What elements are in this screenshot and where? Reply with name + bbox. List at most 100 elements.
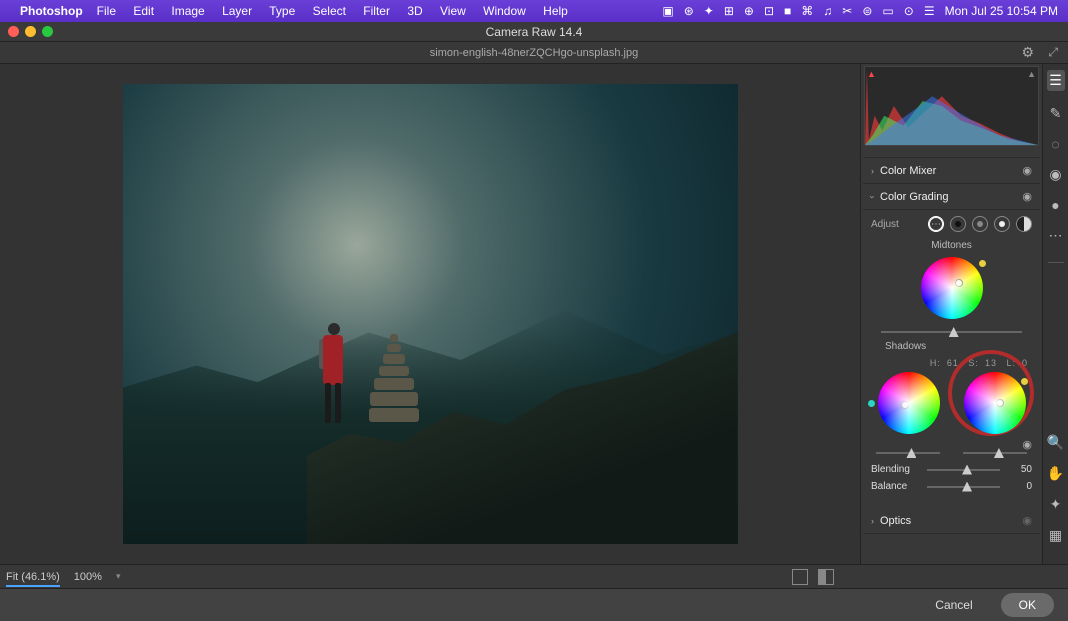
single-view-icon[interactable] [792,569,808,585]
hand-tool-icon[interactable]: ✋ [1047,465,1065,482]
shadows-title: Shadows [885,341,1032,352]
adjust-label: Adjust [871,219,899,230]
status-icon[interactable]: ⊞ [724,4,734,18]
menu-edit[interactable]: Edit [133,4,154,18]
status-icon[interactable]: ⊕ [744,4,754,18]
status-icon[interactable]: ⊛ [684,4,694,18]
menu-layer[interactable]: Layer [222,4,252,18]
macos-menubar: Photoshop File Edit Image Layer Type Sel… [0,0,1068,22]
shadows-wheel-wrap [878,372,940,434]
rail-divider [1048,262,1064,263]
shadows-luminance-slider[interactable] [876,448,940,458]
minimize-window-button[interactable] [25,26,36,37]
status-icon[interactable]: ✦ [704,4,714,18]
edit-sliders-icon[interactable]: ☰ [1047,70,1065,91]
panel-title: Optics [880,515,1022,527]
adjust-mode-row: Adjust [871,216,1032,232]
status-icon[interactable]: ▣ [662,4,673,18]
blending-label: Blending [871,464,921,475]
ok-button[interactable]: OK [1001,593,1054,617]
highlights-outer-marker[interactable] [1021,378,1028,385]
window-controls [8,26,53,37]
zoom-tool-icon[interactable]: 🔍 [1047,434,1065,451]
fullscreen-window-button[interactable] [42,26,53,37]
balance-value[interactable]: 0 [1006,481,1032,492]
highlights-luminance-slider[interactable] [963,448,1027,458]
battery-icon[interactable]: ▭ [882,4,893,18]
shadows-wheel-handle[interactable] [901,401,909,409]
visibility-icon[interactable]: ◉ [1022,514,1032,527]
midtones-luminance-slider[interactable] [881,327,1023,337]
panel-title: Color Grading [880,191,1022,203]
wifi-icon[interactable]: ⊜ [862,4,872,18]
menu-select[interactable]: Select [313,4,346,18]
more-icon[interactable]: ⋯ [1047,227,1065,244]
menu-3d[interactable]: 3D [407,4,422,18]
status-icon[interactable]: ■ [784,4,791,18]
crop-icon[interactable]: ✎ [1047,105,1065,122]
status-icon[interactable]: ♫ [823,4,832,18]
midtones-wheel-handle[interactable] [955,279,963,287]
s-label: S: [968,358,979,368]
visibility-icon[interactable]: ◉ [1022,164,1032,177]
blending-slider[interactable] [927,465,1000,475]
cancel-button[interactable]: Cancel [917,593,990,617]
highlights-wheel-handle[interactable] [996,399,1004,407]
zoom-level[interactable]: 100% [74,571,102,583]
window-title: Camera Raw 14.4 [486,25,583,39]
control-center-icon[interactable]: ☰ [924,4,935,18]
blending-value[interactable]: 50 [1006,464,1032,475]
h-label: H: [930,358,941,368]
healing-icon[interactable]: ◌ [1047,136,1065,152]
expand-icon[interactable]: ⤢ [1048,45,1058,60]
panel-optics[interactable]: › Optics ◉ [863,508,1040,534]
app-name[interactable]: Photoshop [20,4,83,18]
menubar-menus: File Edit Image Layer Type Select Filter… [97,4,582,18]
highlights-color-wheel[interactable] [964,372,1026,434]
menu-help[interactable]: Help [543,4,568,18]
search-icon[interactable]: ⊙ [904,4,914,18]
menu-file[interactable]: File [97,4,116,18]
blending-slider-row: Blending 50 [871,464,1032,475]
adjust-shadows-button[interactable] [950,216,966,232]
compare-icons [792,569,1062,585]
before-after-icon[interactable] [818,569,834,585]
redeye-icon[interactable]: ● [1047,197,1065,213]
clock[interactable]: Mon Jul 25 10:54 PM [945,4,1058,18]
fit-zoom-label[interactable]: Fit (46.1%) [6,571,60,583]
zoom-dropdown-icon[interactable]: ▾ [116,571,121,582]
midtones-outer-marker[interactable] [979,260,986,267]
settings-gear-icon[interactable]: ⚙ [1021,44,1034,61]
shadows-color-wheel[interactable] [878,372,940,434]
adjust-highlights-button[interactable] [994,216,1010,232]
adjust-three-way-button[interactable] [928,216,944,232]
status-icon[interactable]: ✂︎ [842,4,852,18]
close-window-button[interactable] [8,26,19,37]
panel-color-mixer[interactable]: › Color Mixer ◉ [863,158,1040,184]
adjust-global-button[interactable] [1016,216,1032,232]
status-icon[interactable]: ⌘ [801,4,813,18]
status-icon[interactable]: ⊡ [764,4,774,18]
main-area: ▲ ▲ › Color Mixer ◉ › Color Grading ◉ [0,64,1068,564]
histogram[interactable]: ▲ ▲ [864,66,1039,146]
menu-window[interactable]: Window [483,4,526,18]
adjust-midtones-button[interactable] [972,216,988,232]
menu-view[interactable]: View [440,4,466,18]
shadows-readout: H:61 S:13 L:0 [871,358,1028,368]
masking-icon[interactable]: ◉ [1047,166,1065,183]
visibility-icon[interactable]: ◉ [1022,190,1032,203]
menu-image[interactable]: Image [171,4,204,18]
menu-filter[interactable]: Filter [363,4,390,18]
image-preview[interactable] [0,64,860,564]
shadows-outer-marker[interactable] [868,400,875,407]
photo-cairn [369,332,419,424]
grid-icon[interactable]: ▦ [1047,527,1065,544]
balance-slider[interactable] [927,482,1000,492]
photo-hiker [313,305,353,445]
menu-type[interactable]: Type [269,4,295,18]
h-value: 61 [947,358,959,368]
color-sampler-icon[interactable]: ✦ [1047,496,1065,513]
panel-color-grading[interactable]: › Color Grading ◉ [863,184,1040,210]
titlebar: Camera Raw 14.4 [0,22,1068,42]
midtones-color-wheel[interactable] [921,257,983,319]
